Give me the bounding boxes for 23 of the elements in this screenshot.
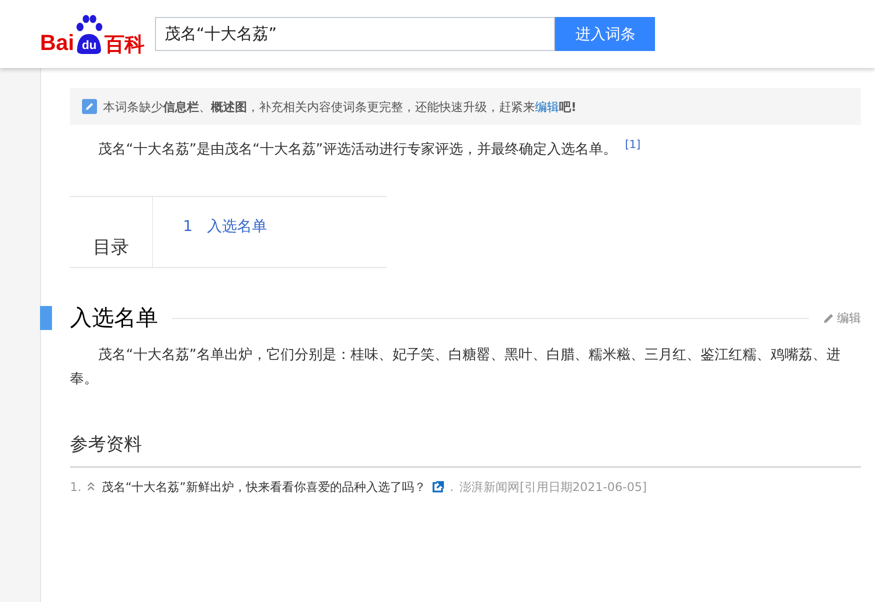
section-marker [40, 306, 52, 330]
reference-link[interactable]: 茂名“十大名荔”新鲜出炉，快来看看你喜爱的品种入选了吗？ [101, 478, 426, 496]
edit-link[interactable]: 编辑 [535, 100, 559, 114]
summary-text: 茂名“十大名荔”是由茂名“十大名荔”评选活动进行专家评选，并最终确定入选名单。 [98, 142, 618, 158]
section-title: 入选名单 [70, 304, 158, 333]
search-field[interactable]: 茂名“十大名荔” [155, 17, 556, 51]
edit-link[interactable]: 编辑 [823, 309, 861, 328]
notice-text: 本词条缺少信息栏、概述图，补充相关内容使词条更完整，还能快速升级，赶紧来编辑吧! [103, 98, 576, 116]
reference-number: 1. [70, 478, 82, 496]
references-title: 参考资料 [70, 430, 861, 468]
toc-title: 目录 [70, 196, 153, 267]
citation-link[interactable]: [1] [625, 138, 641, 151]
collapse-icon[interactable] [87, 482, 96, 492]
pencil-icon [823, 312, 835, 324]
external-link-icon[interactable] [432, 480, 444, 493]
pencil-icon [82, 99, 97, 114]
logo-text: 百科 [104, 34, 144, 54]
reference-separator: . [450, 478, 454, 496]
logo-text: Bai [40, 32, 74, 54]
toc-item[interactable]: 1 入选名单 [153, 196, 267, 238]
reference-source: 澎湃新闻网[引用日期2021-06-05] [460, 478, 647, 496]
section-paragraph: 茂名“十大名荔”名单出炉，它们分别是：桂味、妃子笑、白糖罂、黑叶、白腊、糯米糍、三月红、鉴江红糯、鸡嘴荔、进奉。 [70, 346, 842, 389]
search-button[interactable]: 进入词条 [555, 17, 656, 51]
